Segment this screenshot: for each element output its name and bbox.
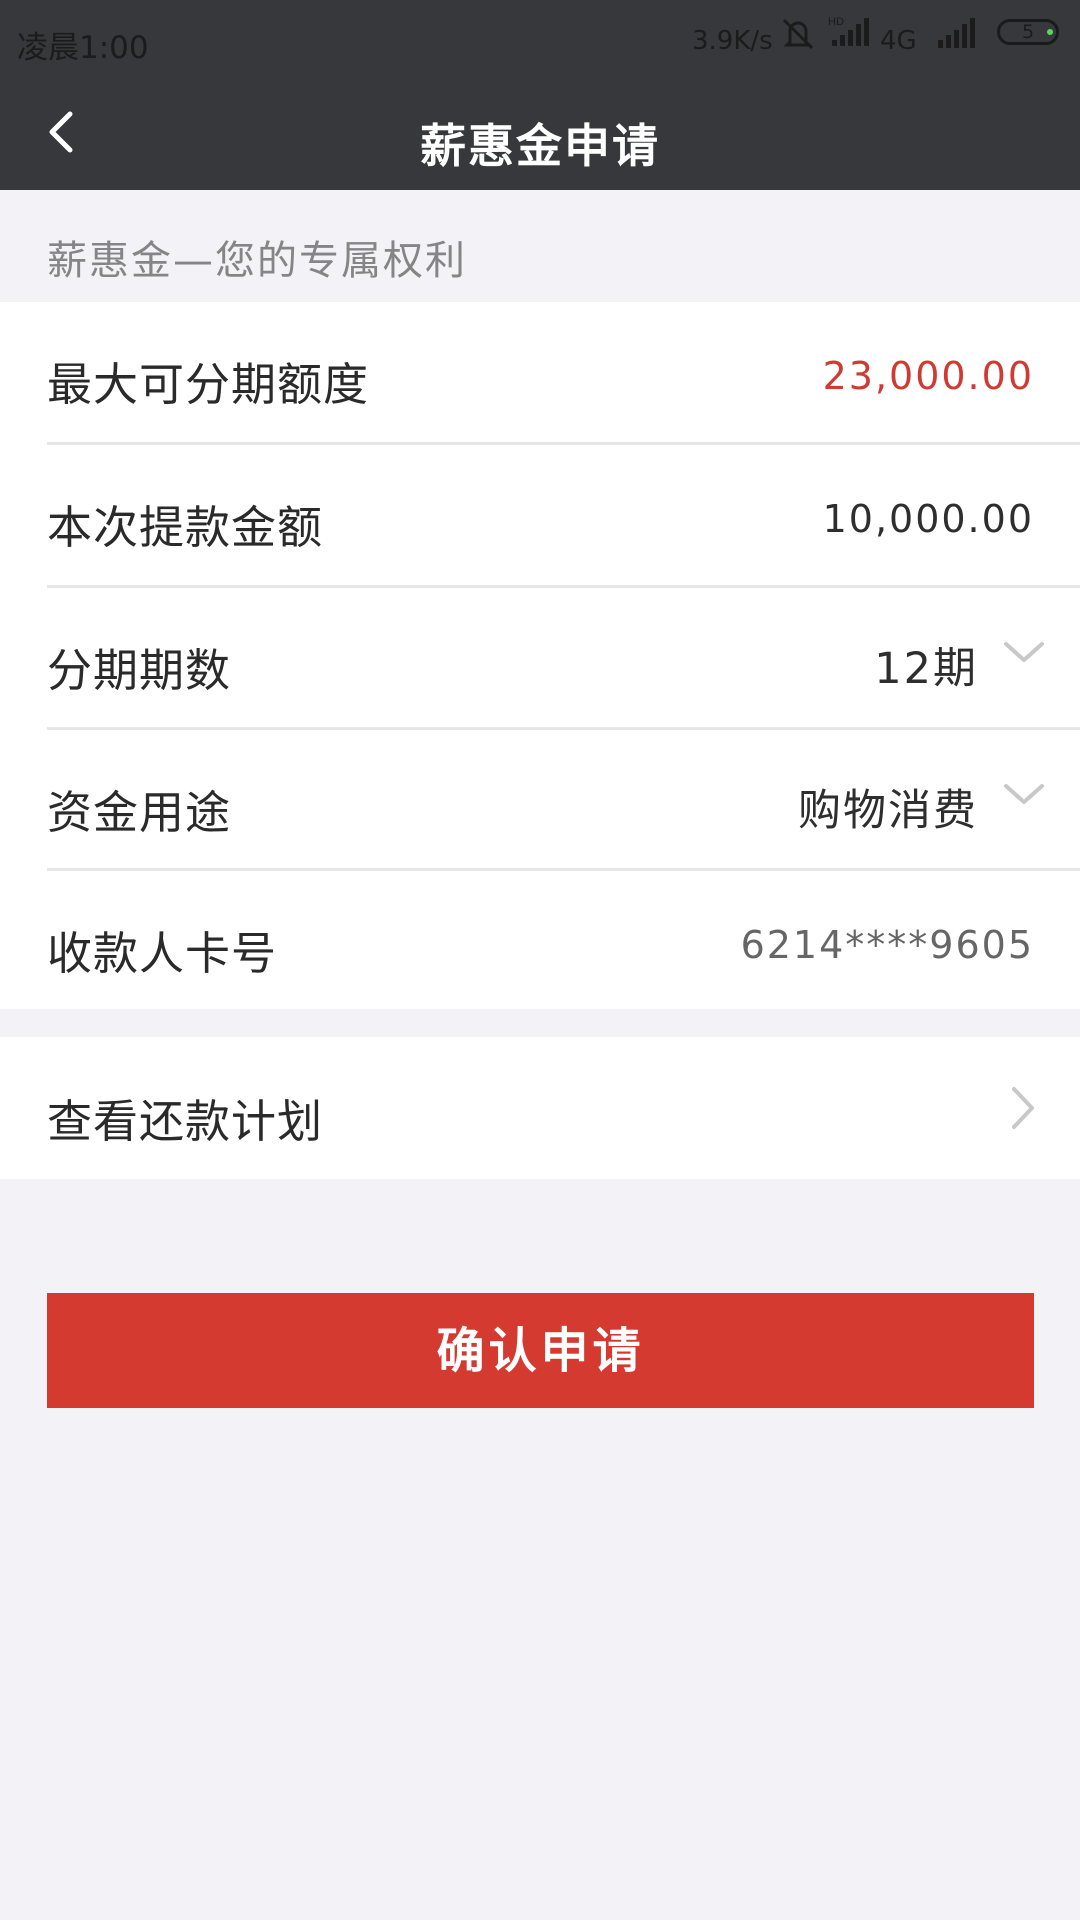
chevron-down-icon[interactable] bbox=[1002, 638, 1046, 668]
payee-card-value: 6214****9605 bbox=[740, 923, 1034, 967]
form-card: 最大可分期额度 23,000.00 本次提款金额 10,000.00 分期期数 … bbox=[0, 302, 1080, 1009]
status-bar: 凌晨1:00 3.9K/s HD 4G 5 bbox=[0, 0, 1080, 80]
withdraw-amount-value: 10,000.00 bbox=[822, 497, 1034, 541]
withdraw-amount-row: 本次提款金额 10,000.00 bbox=[0, 445, 1080, 585]
section-subtitle: 薪惠金—您的专属权利 bbox=[47, 238, 467, 284]
page-title: 薪惠金申请 bbox=[420, 119, 660, 173]
svg-text:HD: HD bbox=[828, 16, 844, 28]
signal-icon bbox=[938, 18, 975, 48]
network-speed: 3.9K/s bbox=[692, 26, 773, 56]
confirm-apply-button[interactable]: 确认申请 bbox=[47, 1293, 1034, 1408]
fund-usage-row[interactable]: 资金用途 购物消费 bbox=[0, 730, 1080, 870]
payee-card-row: 收款人卡号 6214****9605 bbox=[0, 871, 1080, 1011]
fund-usage-select[interactable]: 购物消费 bbox=[798, 776, 978, 838]
max-installment-label: 最大可分期额度 bbox=[47, 358, 370, 411]
installment-periods-select[interactable]: 12期 bbox=[874, 634, 978, 696]
payee-card-label: 收款人卡号 bbox=[47, 927, 278, 980]
repayment-plan-row[interactable]: 查看还款计划 bbox=[0, 1037, 1080, 1179]
network-type: 4G bbox=[880, 26, 917, 56]
battery-icon: 5 bbox=[997, 19, 1059, 45]
installment-periods-row[interactable]: 分期期数 12期 bbox=[0, 588, 1080, 728]
max-installment-value: 23,000.00 bbox=[822, 354, 1034, 398]
chevron-down-icon[interactable] bbox=[1002, 780, 1046, 810]
withdraw-amount-label: 本次提款金额 bbox=[47, 501, 324, 554]
fund-usage-label: 资金用途 bbox=[47, 786, 232, 839]
status-time: 凌晨1:00 bbox=[17, 30, 149, 66]
hd-signal-icon: HD bbox=[828, 16, 869, 46]
chevron-right-icon bbox=[1012, 1087, 1034, 1129]
repayment-plan-label: 查看还款计划 bbox=[47, 1095, 324, 1148]
nav-bar: 薪惠金申请 bbox=[0, 80, 1080, 190]
mute-icon bbox=[782, 18, 814, 50]
max-installment-row: 最大可分期额度 23,000.00 bbox=[0, 302, 1080, 442]
installment-periods-label: 分期期数 bbox=[47, 644, 232, 697]
charging-dot bbox=[1047, 29, 1053, 35]
battery-level: 5 bbox=[1021, 21, 1035, 43]
